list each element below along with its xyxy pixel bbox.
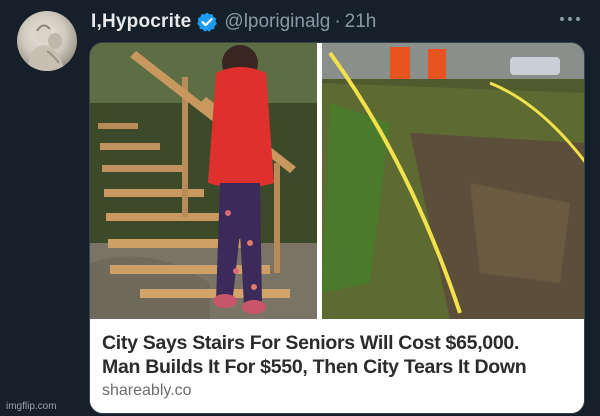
display-name[interactable]: I,Hypocrite [91,11,191,33]
teardown-photo [322,43,584,319]
tweet: I,Hypocrite @lporiginalg · 21h City Says… [0,0,600,416]
separator-dot: · [334,11,341,32]
handle[interactable]: @lporiginalg [224,11,330,33]
card-headline-line2: Man Builds It For $550, Then City Tears … [102,356,527,378]
avatar[interactable] [17,11,77,71]
timestamp[interactable]: 21h [345,11,377,33]
tweet-header: I,Hypocrite @lporiginalg · 21h [91,8,376,36]
statue-image [27,23,65,71]
stairs-photo [90,43,317,319]
watermark: imgflip.com [6,401,57,412]
more-options-icon[interactable] [560,14,582,24]
card-headline-line1: City Says Stairs For Seniors Will Cost $… [102,332,520,354]
card-text: City Says Stairs For Seniors Will Cost $… [90,319,584,413]
card-source: shareably.co [102,382,192,399]
verified-badge-icon [196,11,218,33]
link-card[interactable]: City Says Stairs For Seniors Will Cost $… [89,42,585,414]
card-image [90,43,584,319]
